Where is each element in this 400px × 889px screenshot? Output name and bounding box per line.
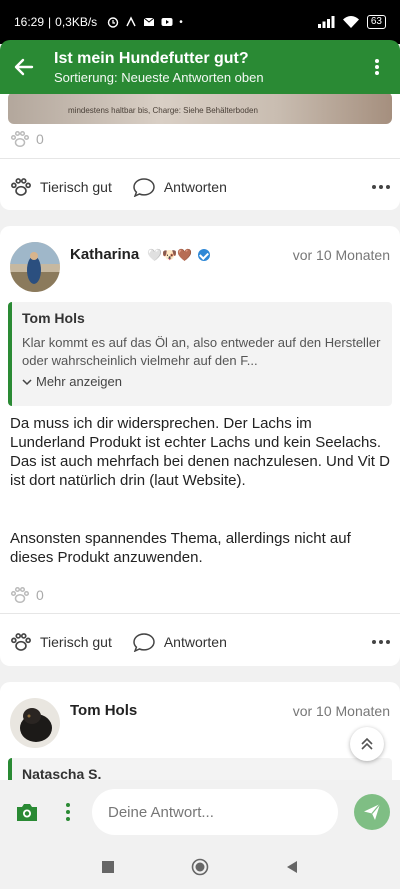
author-emoji: 🤍🐶🤎: [147, 247, 193, 262]
arrow-left-icon: [14, 58, 34, 76]
back-button[interactable]: [0, 58, 48, 76]
quote-author: Tom Hols: [22, 310, 85, 326]
verified-badge-icon: [198, 248, 211, 261]
comment-time: vor 10 Monaten: [292, 247, 390, 263]
more-options-button[interactable]: [372, 185, 390, 189]
paw-icon: [11, 178, 31, 196]
like-count: 0: [10, 130, 44, 148]
alarm-icon: [107, 17, 119, 28]
quote-author: Natascha S.: [22, 766, 102, 780]
mail-icon: [143, 17, 155, 26]
paw-icon: [11, 633, 31, 651]
wifi-icon: [342, 16, 359, 28]
post-actions: Tierisch gut Antworten: [0, 167, 400, 207]
divider: [0, 158, 400, 159]
reply-button[interactable]: Antworten: [132, 177, 227, 197]
overflow-menu-button[interactable]: [354, 58, 400, 76]
quoted-reply[interactable]: Natascha S.: [8, 758, 392, 780]
status-bar: 16:29 | 0,3KB/s • 63: [0, 0, 400, 44]
double-chevron-up-icon: [361, 737, 373, 750]
sort-subtitle[interactable]: Sortierung: Neueste Antworten oben: [54, 69, 354, 86]
chevron-down-icon: [22, 378, 32, 385]
youtube-icon: [161, 18, 173, 26]
post-image[interactable]: mindestens haltbar bis, Charge: Siehe Be…: [8, 94, 392, 124]
quote-text: Klar kommt es auf das Öl an, also entwed…: [22, 335, 381, 368]
like-button[interactable]: Tierisch gut: [10, 632, 112, 652]
quoted-reply[interactable]: Tom Hols Klar kommt es auf das Öl an, al…: [8, 302, 392, 406]
home-circle-icon[interactable]: [191, 858, 209, 876]
post-card: mindestens haltbar bis, Charge: Siehe Be…: [0, 94, 400, 210]
paw-icon: [10, 130, 30, 148]
show-more-link[interactable]: Mehr anzeigen: [22, 374, 382, 389]
notification-dot-icon: •: [179, 16, 183, 28]
comment-actions: Tierisch gut Antworten: [0, 622, 400, 662]
camera-icon: [17, 804, 37, 821]
divider: [0, 613, 400, 614]
attachment-menu-button[interactable]: [54, 803, 82, 821]
send-button[interactable]: [354, 794, 390, 830]
comment-author[interactable]: Katharina 🤍🐶🤎: [70, 246, 211, 263]
chat-bubble-icon: [133, 178, 155, 197]
page-title: Ist mein Hundefutter gut?: [54, 49, 249, 67]
compose-bar: [0, 780, 400, 844]
app-bar: Ist mein Hundefutter gut? Sortierung: Ne…: [0, 40, 400, 94]
avatar[interactable]: [10, 698, 60, 748]
recents-square-icon[interactable]: [101, 860, 115, 874]
comment-card: Katharina 🤍🐶🤎 vor 10 Monaten Tom Hols Kl…: [0, 226, 400, 666]
like-count: 0: [10, 586, 44, 604]
network-speed: 0,3KB/s: [55, 15, 98, 29]
scroll-to-top-button[interactable]: [350, 727, 384, 761]
nfc-icon: [126, 16, 136, 27]
avatar[interactable]: [10, 242, 60, 292]
battery-indicator: 63: [366, 15, 386, 29]
chat-bubble-icon: [133, 633, 155, 652]
system-nav-bar: [0, 844, 400, 889]
paw-icon: [10, 586, 30, 604]
like-button[interactable]: Tierisch gut: [10, 177, 112, 197]
comments-feed[interactable]: mindestens haltbar bis, Charge: Siehe Be…: [0, 94, 400, 780]
signal-icon: [317, 16, 335, 28]
comment-text-paragraph: Da muss ich dir widersprechen. Der Lachs…: [10, 415, 390, 489]
send-icon: [364, 803, 381, 820]
comment-card: Tom Hols vor 10 Monaten Natascha S.: [0, 682, 400, 780]
camera-button[interactable]: [0, 802, 54, 822]
comment-time: vor 10 Monaten: [292, 703, 390, 719]
more-vertical-icon: [375, 59, 379, 75]
comment-author[interactable]: Tom Hols: [70, 702, 137, 719]
reply-input[interactable]: [92, 789, 338, 835]
back-triangle-icon[interactable]: [285, 860, 299, 874]
status-time: 16:29: [14, 15, 45, 29]
more-options-button[interactable]: [372, 640, 390, 644]
reply-button[interactable]: Antworten: [132, 632, 227, 652]
comment-text-paragraph: Ansonsten spannendes Thema, allerdings n…: [10, 530, 351, 566]
